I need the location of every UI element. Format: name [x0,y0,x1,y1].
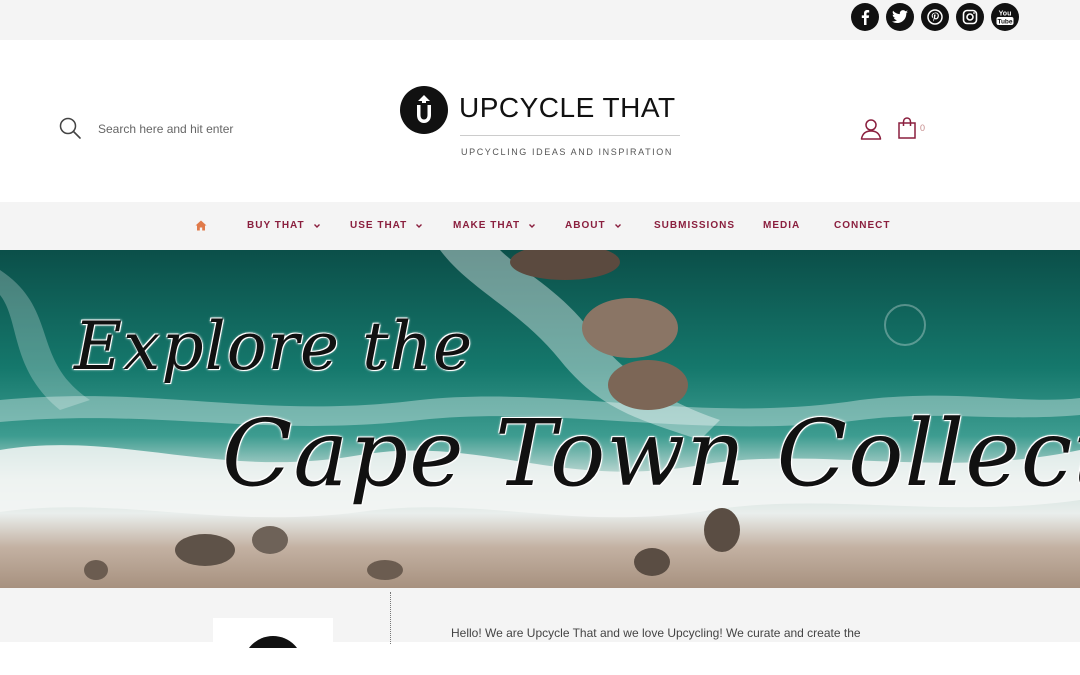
pinterest-icon[interactable] [921,3,949,31]
youtube-icon-text-bottom: Tube [997,19,1012,26]
nav-item-label: CONNECT [834,220,891,231]
nav-item-label: SUBMISSIONS [654,220,736,231]
user-account-icon[interactable] [859,117,883,141]
nav-item-submissions[interactable]: SUBMISSIONS [654,220,735,231]
nav-item-label: MAKE THAT [453,220,521,231]
nav-item-connect[interactable]: CONNECT [834,220,890,231]
instagram-icon[interactable] [956,3,984,31]
logo-divider [460,135,680,136]
logo-mark-icon [400,86,448,134]
avatar [243,636,303,648]
nav-item-media[interactable]: MEDIA [763,220,800,231]
youtube-icon[interactable]: You Tube [991,3,1019,31]
hero-headline-small: Explore the [74,308,474,385]
shopping-bag-icon[interactable] [897,117,917,139]
twitter-icon[interactable] [886,3,914,31]
logo-tagline: UPCYCLING IDEAS AND INSPIRATION [461,147,673,157]
logo-title: UPCYCLE THAT [459,92,676,123]
site-logo[interactable]: UPCYCLE THAT UPCYCLING IDEAS AND INSPIRA… [400,85,700,165]
nav-item-label: ABOUT [565,220,606,231]
chevron-down-icon [529,223,536,228]
nav-item-buy-that[interactable]: BUY THAT [247,220,321,231]
nav-item-label: MEDIA [763,220,801,231]
intro-text: Hello! We are Upcycle That and we love U… [451,626,861,640]
youtube-icon-text-top: You [999,11,1012,18]
page-footer-strip [0,642,1080,675]
search-icon[interactable] [58,116,82,140]
chevron-down-icon [313,223,320,228]
chevron-down-icon [614,223,621,228]
section-divider [390,592,391,644]
home-icon[interactable] [195,218,207,231]
hero-headline-large: Cape Town Collection [222,400,1080,507]
hero-banner[interactable]: Explore the Cape Town Collection [0,250,1080,588]
cart-count-badge: 0 [920,123,926,133]
chevron-down-icon [416,223,423,228]
facebook-icon[interactable] [851,3,879,31]
main-nav [0,202,1080,250]
nav-item-about[interactable]: ABOUT [565,220,622,231]
nav-item-use-that[interactable]: USE THAT [350,220,423,231]
social-bar: You Tube [0,0,1080,40]
search-input[interactable] [98,119,318,139]
nav-item-make-that[interactable]: MAKE THAT [453,220,536,231]
profile-card [213,618,333,648]
site-header: UPCYCLE THAT UPCYCLING IDEAS AND INSPIRA… [0,40,1080,202]
nav-item-label: BUY THAT [247,220,305,231]
nav-item-label: USE THAT [350,220,408,231]
